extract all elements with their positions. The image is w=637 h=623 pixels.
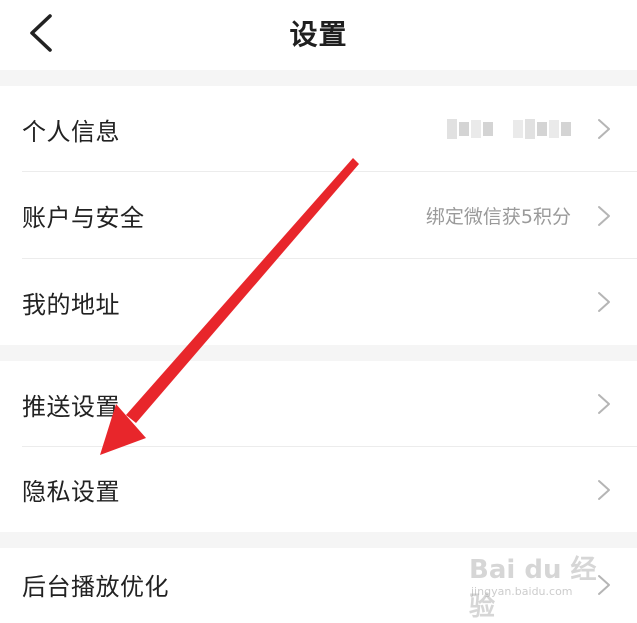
settings-item-background-playback[interactable]: 后台播放优化 <box>0 548 637 621</box>
settings-item-label: 账户与安全 <box>22 204 145 232</box>
settings-item-label: 后台播放优化 <box>22 573 169 601</box>
settings-item-label: 个人信息 <box>22 117 120 146</box>
settings-item-label: 推送设置 <box>22 392 120 421</box>
settings-item-value: 绑定微信获5积分 <box>425 206 571 228</box>
chevron-right-icon <box>597 118 611 140</box>
chevron-right-icon <box>597 393 611 415</box>
chevron-right-icon <box>597 479 611 501</box>
page-title: 设置 <box>289 18 348 51</box>
pixelated-value <box>447 117 571 141</box>
settings-item-label: 隐私设置 <box>22 478 120 506</box>
settings-item-label: 我的地址 <box>22 290 120 319</box>
chevron-right-icon <box>597 291 611 313</box>
section-separator <box>0 532 637 548</box>
settings-item-privacy-settings[interactable]: 隐私设置 <box>0 447 637 532</box>
settings-item-push-settings[interactable]: 推送设置 <box>0 361 637 447</box>
settings-item-account-security[interactable]: 账户与安全 绑定微信获5积分 <box>0 172 637 259</box>
settings-item-my-address[interactable]: 我的地址 <box>0 259 637 345</box>
personal-info-value-redacted <box>447 86 571 172</box>
section-separator <box>0 70 637 86</box>
chevron-right-icon <box>597 205 611 227</box>
top-bar: 设置 <box>0 0 637 70</box>
chevron-right-icon <box>597 574 611 596</box>
settings-item-personal-info[interactable]: 个人信息 <box>0 86 637 172</box>
section-separator <box>0 345 637 361</box>
